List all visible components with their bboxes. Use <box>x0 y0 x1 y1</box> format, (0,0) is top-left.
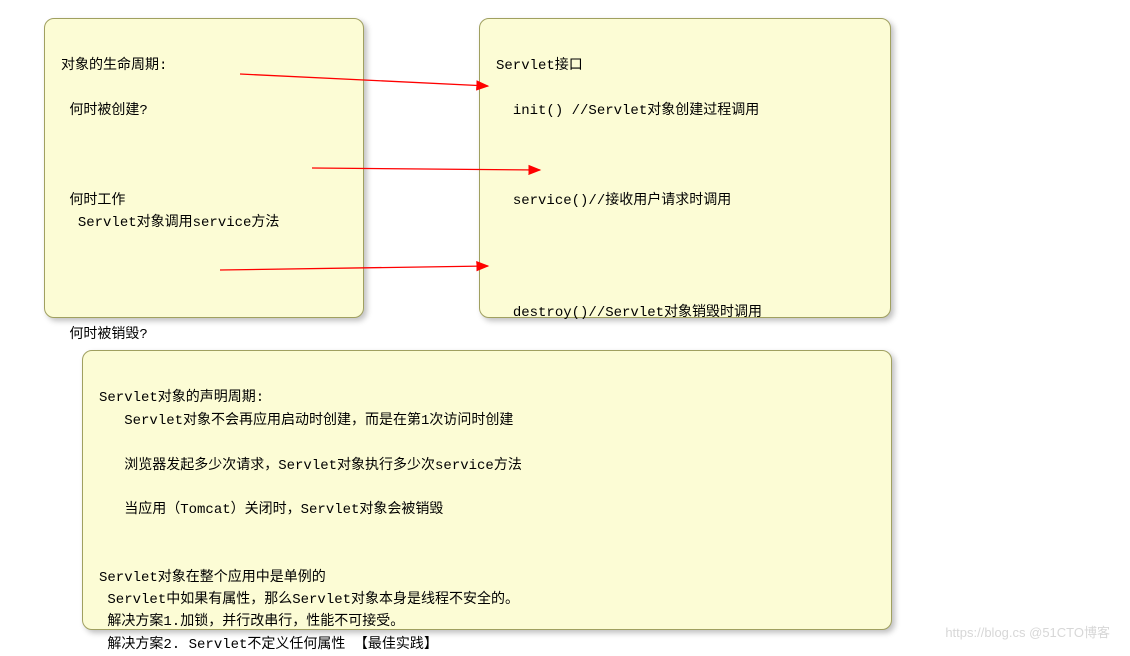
box1-q2-body: Servlet对象调用service方法 <box>78 215 280 231</box>
box2-title: Servlet接口 <box>496 58 583 74</box>
box1-q1: 何时被创建? <box>69 103 147 119</box>
box2-destroy: destroy()//Servlet对象销毁时调用 <box>513 305 762 321</box>
lifecycle-questions-box: 对象的生命周期: 何时被创建? 何时工作 Servlet对象调用service方… <box>44 18 364 318</box>
box2-init: init() //Servlet对象创建过程调用 <box>513 103 759 119</box>
lifecycle-summary-box: Servlet对象的声明周期: Servlet对象不会再应用启动时创建，而是在第… <box>82 350 892 630</box>
box3-p1-line1: Servlet对象不会再应用启动时创建，而是在第1次访问时创建 <box>124 413 513 429</box>
servlet-interface-box: Servlet接口 init() //Servlet对象创建过程调用 servi… <box>479 18 891 318</box>
box1-title: 对象的生命周期: <box>61 58 167 74</box>
box1-q3: 何时被销毁? <box>69 327 147 343</box>
box3-p2-line2: 解决方案1.加锁，并行改串行，性能不可接受。 <box>107 614 404 630</box>
box3-header2: Servlet对象在整个应用中是单例的 <box>99 570 326 586</box>
box1-q2-label: 何时工作 <box>69 193 125 209</box>
box3-p2-line1: Servlet中如果有属性，那么Servlet对象本身是线程不安全的。 <box>107 592 519 608</box>
watermark-text: https://blog.cs @51CTO博客 <box>945 622 1110 641</box>
box3-header1: Servlet对象的声明周期: <box>99 390 264 406</box>
box3-p2-line3: 解决方案2. Servlet不定义任何属性 【最佳实践】 <box>107 637 437 653</box>
box2-service: service()//接收用户请求时调用 <box>513 193 731 209</box>
box3-p1-line3: 当应用（Tomcat）关闭时，Servlet对象会被销毁 <box>124 502 443 518</box>
box3-p1-line2: 浏览器发起多少次请求，Servlet对象执行多少次service方法 <box>124 458 522 474</box>
